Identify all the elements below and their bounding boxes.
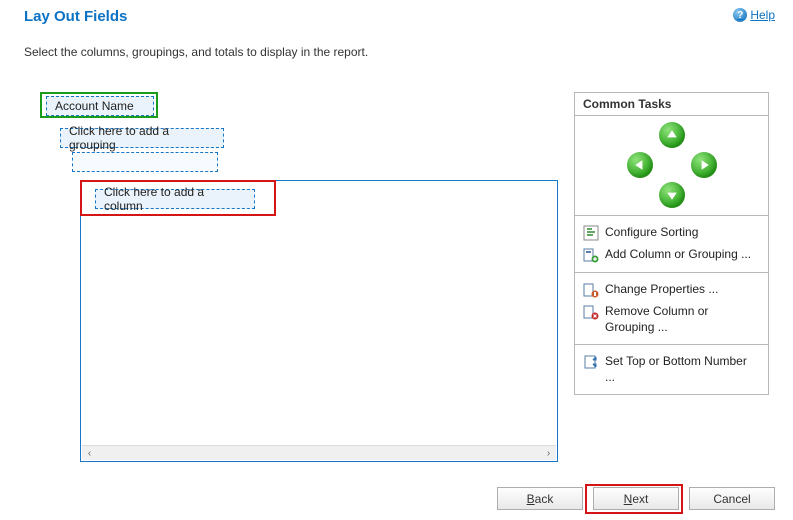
horizontal-scrollbar[interactable]: ‹ › — [82, 445, 556, 460]
move-left-button[interactable] — [627, 152, 653, 178]
wizard-button-bar: Back Next Cancel — [497, 487, 775, 510]
remove-column-icon — [583, 304, 599, 320]
configure-sorting-label: Configure Sorting — [605, 225, 760, 241]
back-label-rest: ack — [535, 492, 554, 506]
back-button[interactable]: Back — [497, 487, 583, 510]
arrow-down-icon — [666, 189, 678, 201]
move-right-button[interactable] — [691, 152, 717, 178]
set-top-bottom-task[interactable]: Set Top or Bottom Number ... — [579, 351, 764, 388]
add-grouping-token[interactable]: Click here to add a grouping — [60, 128, 224, 148]
common-tasks-panel: Common Tasks Configure Sorting Add Colum… — [574, 92, 769, 395]
move-down-button[interactable] — [659, 182, 685, 208]
sort-icon — [583, 225, 599, 241]
common-tasks-header: Common Tasks — [575, 93, 768, 116]
change-properties-task[interactable]: Change Properties ... — [579, 279, 764, 301]
account-name-token[interactable]: Account Name — [46, 96, 154, 116]
remove-column-task[interactable]: Remove Column or Grouping ... — [579, 301, 764, 338]
add-column-task[interactable]: Add Column or Grouping ... — [579, 244, 764, 266]
next-label-rest: ext — [632, 492, 648, 506]
change-properties-label: Change Properties ... — [605, 282, 760, 298]
help-link[interactable]: ? Help — [733, 8, 775, 22]
cancel-button[interactable]: Cancel — [689, 487, 775, 510]
page-title: Lay Out Fields — [24, 8, 127, 25]
remove-column-label: Remove Column or Grouping ... — [605, 304, 760, 335]
properties-icon — [583, 282, 599, 298]
move-up-button[interactable] — [659, 122, 685, 148]
empty-grouping-token[interactable] — [72, 152, 218, 172]
arrow-left-icon — [634, 159, 646, 171]
help-label: Help — [750, 8, 775, 22]
configure-sorting-task[interactable]: Configure Sorting — [579, 222, 764, 244]
set-top-bottom-label: Set Top or Bottom Number ... — [605, 354, 760, 385]
columns-canvas[interactable]: Click here to add a column ‹ › — [80, 180, 558, 462]
arrow-right-icon — [698, 159, 710, 171]
scroll-right-icon[interactable]: › — [541, 446, 556, 461]
add-column-token[interactable]: Click here to add a column — [95, 189, 255, 209]
instructions-text: Select the columns, groupings, and total… — [0, 25, 793, 69]
next-button[interactable]: Next — [593, 487, 679, 510]
add-column-label: Add Column or Grouping ... — [605, 247, 760, 263]
help-icon: ? — [733, 8, 747, 22]
scroll-left-icon[interactable]: ‹ — [82, 446, 97, 461]
top-bottom-icon — [583, 354, 599, 370]
add-column-icon — [583, 247, 599, 263]
arrow-up-icon — [666, 129, 678, 141]
arrow-pad — [575, 116, 768, 216]
